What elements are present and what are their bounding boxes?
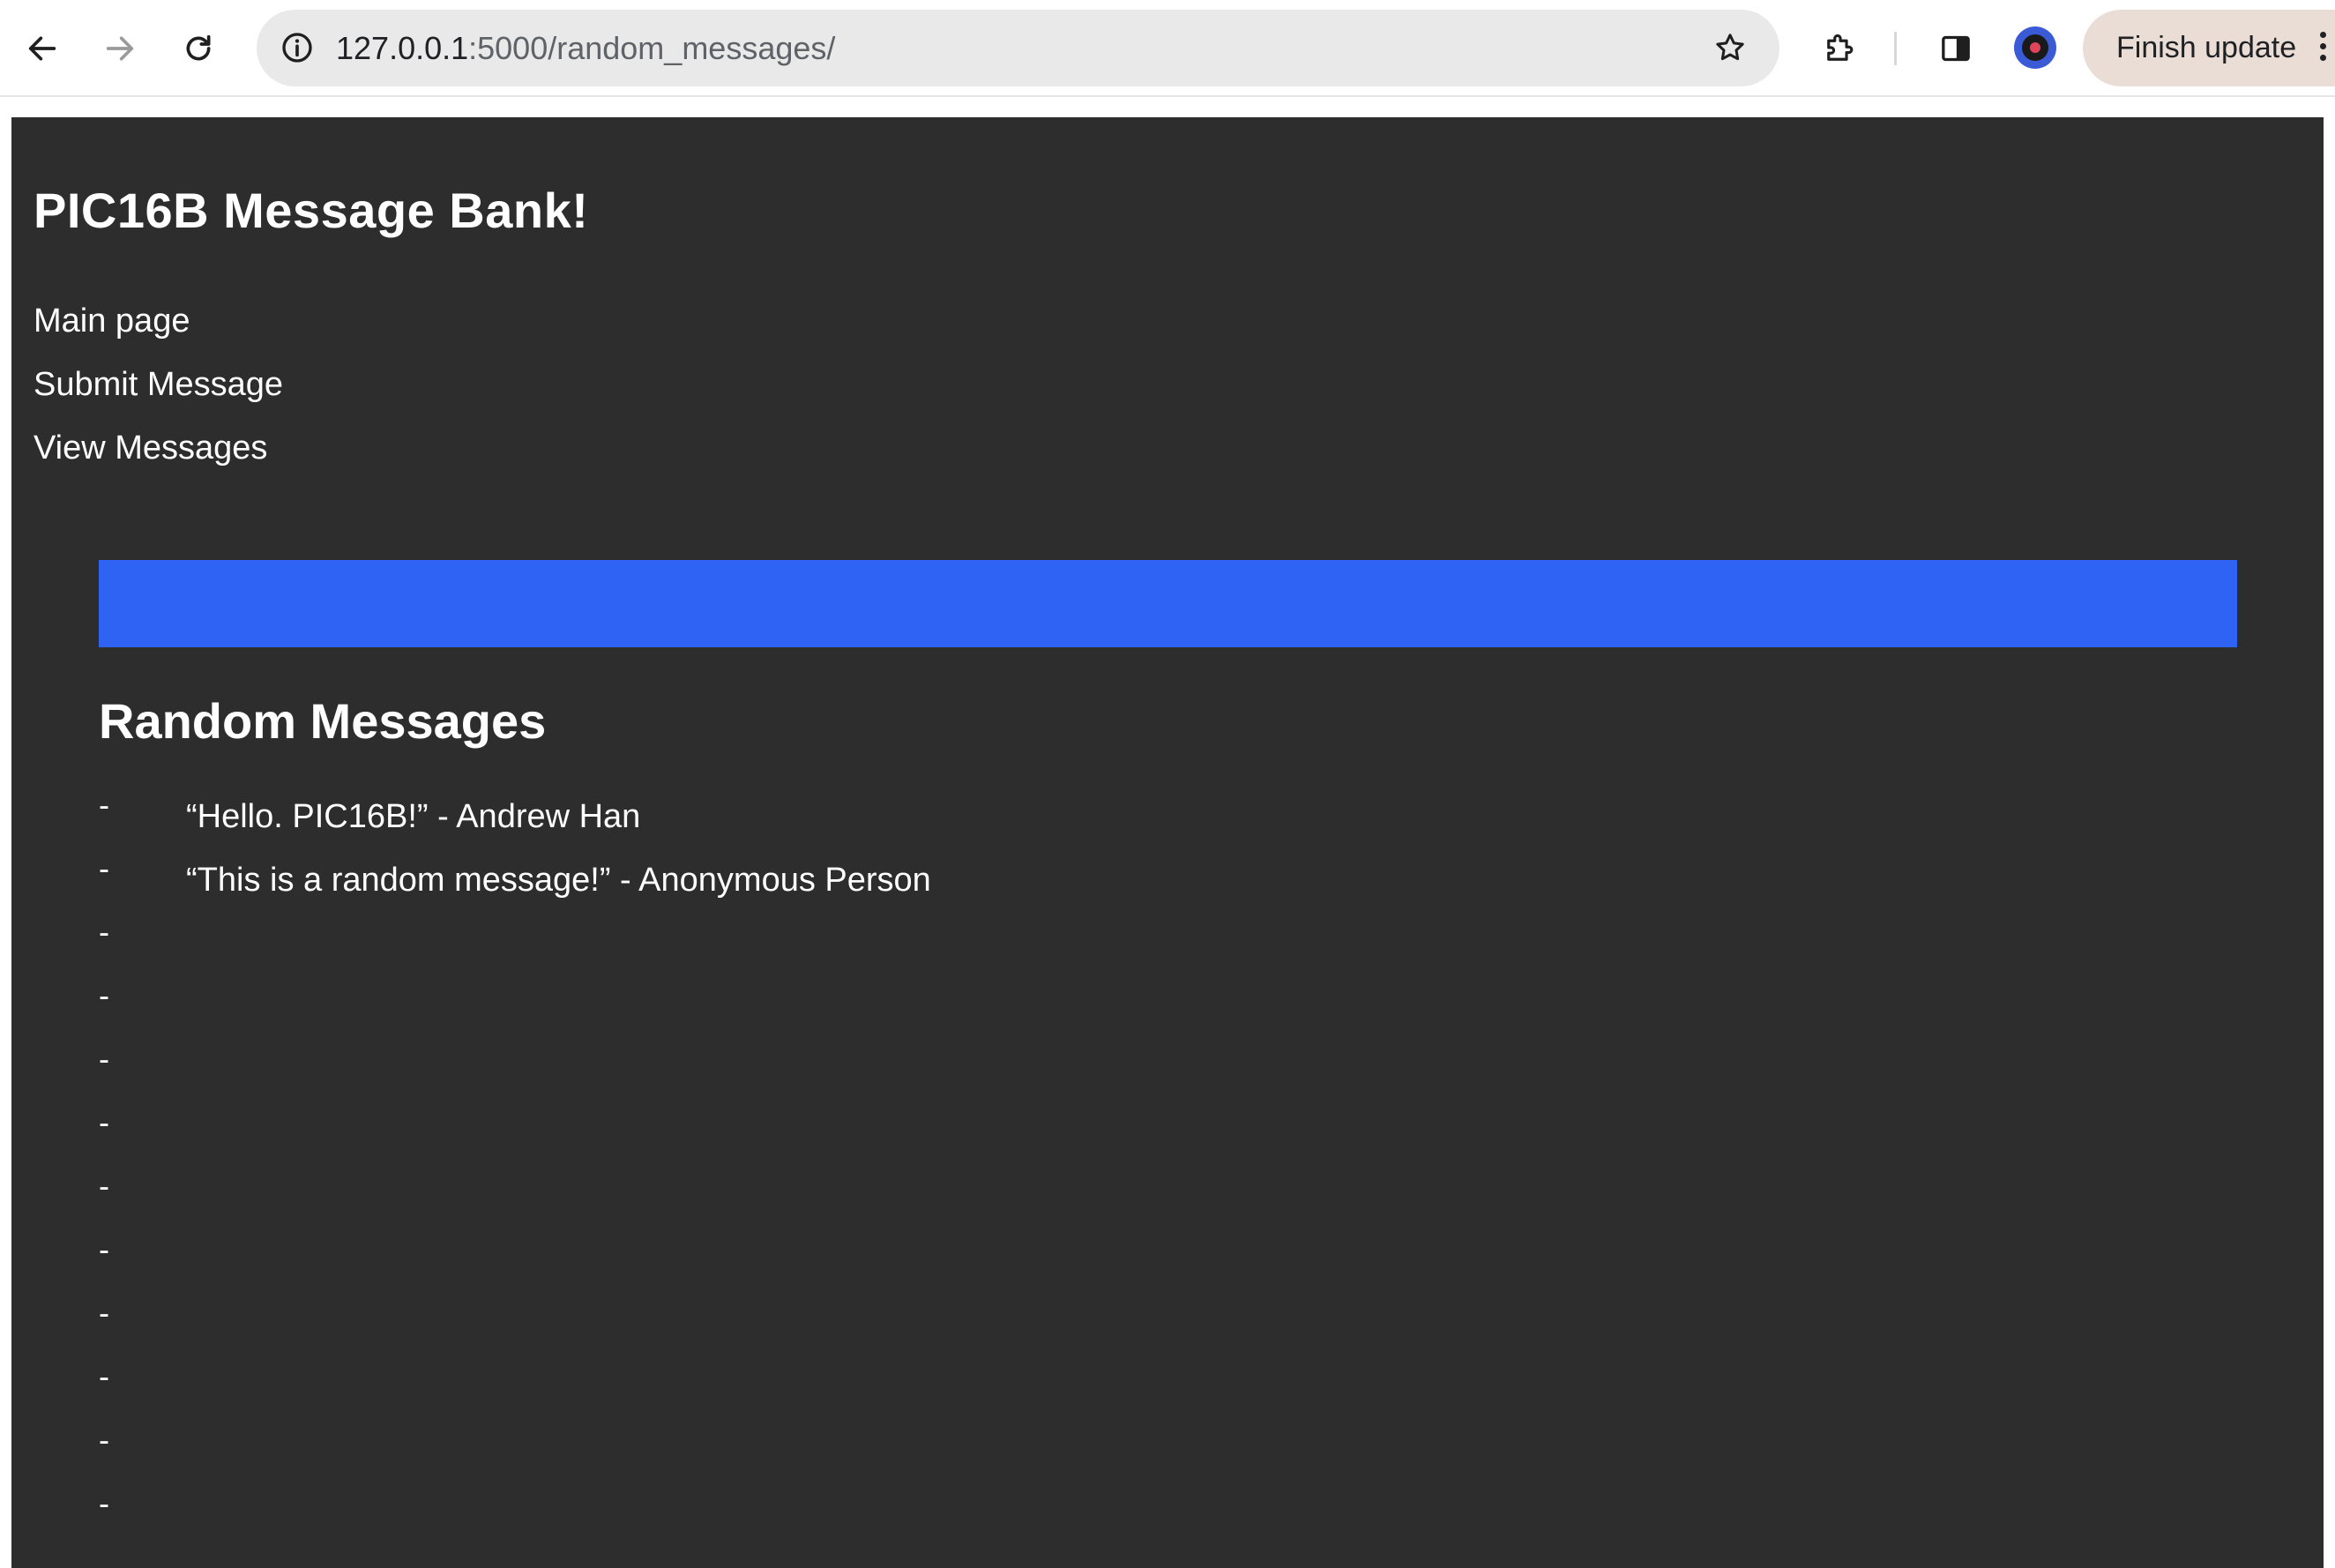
kebab-dot <box>2319 55 2326 61</box>
browser-toolbar: 127.0.0.1:5000/random_messages/ Finish u… <box>0 0 2335 97</box>
toolbar-separator <box>1894 32 1897 65</box>
site-info-button[interactable] <box>274 25 320 71</box>
message-text: “Hello. PIC16B!” - Andrew Han <box>186 798 641 835</box>
list-item-dash: - <box>99 787 109 823</box>
puzzle-icon <box>1827 34 1854 61</box>
header-banner <box>99 560 2237 647</box>
list-item: - <box>99 1422 2215 1486</box>
finish-update-button[interactable]: Finish update <box>2083 10 2335 86</box>
nav-link-main-page[interactable]: Main page <box>34 289 283 353</box>
list-item: - <box>99 915 2215 978</box>
list-item-dash: - <box>99 914 109 950</box>
profile-avatar[interactable] <box>2014 26 2056 69</box>
kebab-menu-icon[interactable] <box>2317 32 2328 67</box>
bookmark-button[interactable] <box>1707 25 1753 71</box>
address-bar[interactable]: 127.0.0.1:5000/random_messages/ <box>257 10 1779 86</box>
site-title: PIC16B Message Bank! <box>34 183 589 238</box>
url-text[interactable]: 127.0.0.1:5000/random_messages/ <box>336 10 835 86</box>
side-panel-button[interactable] <box>1931 24 1981 73</box>
message-text: “This is a random message!” - Anonymous … <box>186 862 931 899</box>
list-item-dash: - <box>99 1168 109 1204</box>
url-path: :5000/random_messages/ <box>468 30 836 66</box>
list-item: - “Hello. PIC16B!” - Andrew Han <box>99 788 2215 851</box>
list-item: - “This is a random message!” - Anonymou… <box>99 851 2215 915</box>
list-item-dash: - <box>99 1041 109 1077</box>
url-host: 127.0.0.1 <box>336 30 469 66</box>
message-list: - “Hello. PIC16B!” - Andrew Han - “This … <box>99 788 2215 1549</box>
forward-arrow-icon <box>106 36 134 61</box>
nav-link-submit-message[interactable]: Submit Message <box>34 353 283 416</box>
side-panel-icon <box>1942 35 1970 62</box>
list-item-dash: - <box>99 977 109 1013</box>
forward-button[interactable] <box>95 24 145 73</box>
list-item: - <box>99 1169 2215 1232</box>
kebab-dot <box>2319 43 2326 49</box>
list-item-dash: - <box>99 1485 109 1521</box>
reload-icon <box>186 34 211 61</box>
section-title: Random Messages <box>99 693 547 749</box>
profile-avatar-dot <box>2030 42 2040 53</box>
list-item-dash: - <box>99 850 109 886</box>
list-item: - <box>99 1042 2215 1105</box>
nav-link-view-messages[interactable]: View Messages <box>34 416 283 480</box>
reload-button[interactable] <box>174 24 223 73</box>
list-item-dash: - <box>99 1358 109 1394</box>
list-item: - <box>99 1486 2215 1549</box>
list-item: - <box>99 1232 2215 1295</box>
list-item: - <box>99 1295 2215 1359</box>
list-item-dash: - <box>99 1104 109 1140</box>
info-icon <box>282 33 312 63</box>
star-icon <box>1716 34 1744 61</box>
back-arrow-icon <box>28 36 56 61</box>
main-nav: Main page Submit Message View Messages <box>34 289 283 480</box>
list-item-dash: - <box>99 1231 109 1267</box>
list-item-dash: - <box>99 1422 109 1458</box>
list-item-dash: - <box>99 1295 109 1331</box>
kebab-dot <box>2319 32 2326 38</box>
extensions-button[interactable] <box>1815 24 1864 73</box>
profile-avatar-inner <box>2022 34 2048 61</box>
page-content: PIC16B Message Bank! Main page Submit Me… <box>11 117 2324 1568</box>
list-item: - <box>99 1359 2215 1422</box>
list-item: - <box>99 1105 2215 1169</box>
list-item: - <box>99 978 2215 1042</box>
back-button[interactable] <box>18 24 67 73</box>
